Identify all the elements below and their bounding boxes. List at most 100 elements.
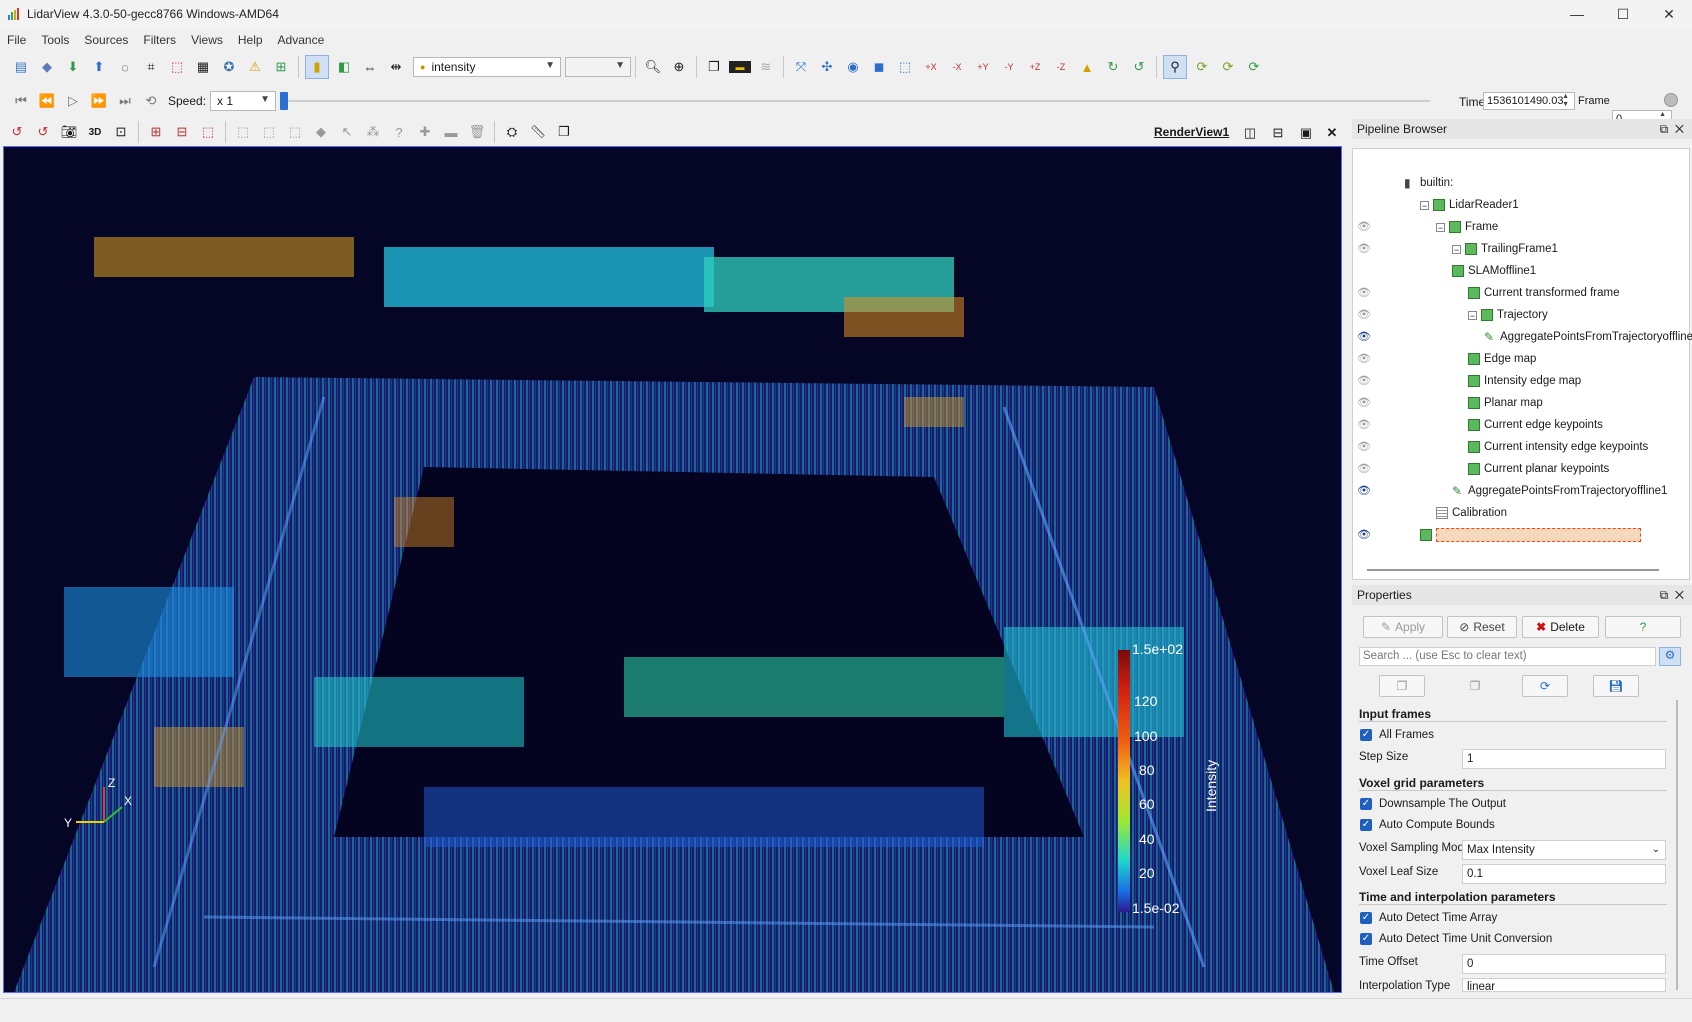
pipeline-item[interactable]: SLAMoffline1 [1452,261,1536,281]
layers-icon[interactable]: ≋ [755,56,777,78]
collapse-icon[interactable]: − [1436,222,1445,232]
box-widget-icon[interactable]: ❐ [703,56,725,78]
help-button[interactable]: ? [1605,616,1681,638]
visibility-off-icon[interactable]: 👁︎ [1357,352,1371,365]
play-icon[interactable]: ▷ [62,90,84,112]
lasso-icon[interactable]: ◌ [114,56,136,78]
zoom-closest-icon[interactable]: ⊕ [668,56,690,78]
downsample-checkbox[interactable]: ✓ Downsample The Output [1360,798,1506,810]
split-horizontal-icon[interactable]: ◫ [1239,122,1261,144]
select-polygon-icon[interactable]: ⬚ [284,121,306,143]
refresh-icon[interactable]: ⟳ [1191,56,1213,78]
select-cells-on-icon[interactable]: ⊞ [145,121,167,143]
restore-defaults-button[interactable]: ⟳ [1522,675,1568,697]
component-select[interactable]: ▼ [565,57,631,77]
reset-session-alt-icon[interactable]: ↺ [32,121,54,143]
advanced-settings-gear-icon[interactable]: ⚙ [1659,647,1681,666]
pipeline-scrollbar[interactable] [1367,569,1659,571]
delete-button[interactable]: ✖ Delete [1522,616,1599,638]
pipeline-item[interactable]: − Trajectory [1468,305,1548,325]
menu-help[interactable]: Help [238,33,263,47]
pipeline-item-selected[interactable]: AggregatePointsFromTrajectoryoffline1 [1420,525,1642,545]
view-plus-x-icon[interactable]: +X [920,56,942,78]
time-slider-handle[interactable] [280,92,289,110]
edit-colormap-icon[interactable]: ◧ [333,56,355,78]
reset-camera-icon[interactable]: ⤧ [790,56,812,78]
first-frame-icon[interactable]: ⏮ [10,90,32,112]
open-sensor-icon[interactable]: ◆ [36,56,58,78]
pipeline-item[interactable]: Edge map [1468,349,1536,369]
ruler-icon[interactable]: ▬ [729,61,751,73]
close-view-icon[interactable]: ✕ [1321,122,1343,144]
warning-window-icon[interactable]: ⚠ [244,56,266,78]
clear-selection-icon[interactable]: 🗑︎ [466,121,488,143]
visibility-off-icon[interactable]: 👁︎ [1357,462,1371,475]
python-icon[interactable]: ✪ [218,56,240,78]
speed-select[interactable]: x 1 ▼ [210,91,277,111]
time-offset-input[interactable]: 0 [1462,954,1666,974]
add-icon[interactable]: ⊞ [270,56,292,78]
render-view-title[interactable]: RenderView1 [1154,125,1229,139]
panel-float-close-icon[interactable]: ⧉ ✕ [1660,588,1684,603]
apply-button[interactable]: ✎ Apply [1363,616,1443,638]
maximize-view-icon[interactable]: ▣ [1295,122,1317,144]
shrink-selection-icon[interactable]: ▬ [440,121,462,143]
collapse-icon[interactable]: − [1420,200,1429,210]
select-points-through-icon[interactable]: ⬚ [258,121,280,143]
select-points-on-icon[interactable]: ⊟ [171,121,193,143]
split-vertical-icon[interactable]: ⊟ [1267,122,1289,144]
select-blocks-icon[interactable]: ◆ [310,121,332,143]
properties-search-input[interactable]: Search ... (use Esc to clear text) [1359,647,1656,666]
select-cells-through-icon[interactable]: ⬚ [232,121,254,143]
hover-points-icon[interactable]: ⁂ [362,121,384,143]
rescale-range-icon[interactable]: ⇔ [359,56,381,78]
close-window-button[interactable]: ✕ [1646,0,1692,28]
visibility-on-icon[interactable]: 👁︎ [1357,528,1371,541]
crop-icon[interactable]: ⌗ [140,56,162,78]
previous-frame-icon[interactable]: ⏪ [36,90,58,112]
view-minus-z-icon[interactable]: -Z [1050,56,1072,78]
pipeline-item[interactable]: ✎ AggregatePointsFromTrajectoryoffline1 [1484,327,1692,347]
save-defaults-button[interactable]: 💾︎ [1593,675,1639,697]
auto-time-unit-checkbox[interactable]: ✓ Auto Detect Time Unit Conversion [1360,933,1552,945]
pipeline-item[interactable]: Current planar keypoints [1468,459,1609,479]
visibility-off-icon[interactable]: 👁︎ [1357,308,1371,321]
view-minus-x-icon[interactable]: -X [946,56,968,78]
pick-center-icon[interactable]: ◼ [868,56,890,78]
view-undo-icon[interactable]: ❐ [553,121,575,143]
all-frames-checkbox[interactable]: ✓ All Frames [1360,729,1434,741]
panel-float-close-icon[interactable]: ⧉ ✕ [1660,122,1684,137]
color-legend-icon[interactable]: ▮ [305,55,329,79]
import-icon[interactable]: ⬇ [62,56,84,78]
visibility-on-icon[interactable]: 👁︎ [1357,484,1371,497]
pipeline-item[interactable]: Current edge keypoints [1468,415,1603,435]
menu-file[interactable]: File [7,33,26,47]
measure-icon[interactable]: ⛭ [501,121,523,143]
ruler-tool-icon[interactable]: 📏︎ [527,121,549,143]
auto-bounds-checkbox[interactable]: ✓ Auto Compute Bounds [1360,819,1495,831]
pipeline-item[interactable]: Calibration [1436,503,1507,523]
view-plus-y-icon[interactable]: +Y [972,56,994,78]
menu-views[interactable]: Views [191,33,223,47]
loop-icon[interactable]: ⟲ [140,90,162,112]
color-array-select[interactable]: ● intensity ▼ [413,57,561,77]
render-view[interactable]: 1.5e+02 1.5e-02 120 100 80 60 40 20 Inte… [3,146,1342,993]
record-icon[interactable] [1664,93,1678,107]
center-rotation-icon[interactable]: ◉ [842,56,864,78]
screenshot-icon[interactable]: 📷︎ [58,121,80,143]
rotate-plus-90-icon[interactable]: ↻ [1102,56,1124,78]
select-frustum-icon[interactable]: ⬚ [197,121,219,143]
step-size-input[interactable]: 1 [1462,749,1666,769]
pipeline-item[interactable]: Intensity edge map [1468,371,1581,391]
interaction-mode-icon[interactable]: ⚲ [1163,55,1187,79]
visibility-off-icon[interactable]: 👁︎ [1357,242,1371,255]
last-frame-icon[interactable]: ⏭ [114,90,136,112]
view-plus-z-icon[interactable]: +Z [1024,56,1046,78]
select-icon[interactable]: ⬚ [166,56,188,78]
open-file-icon[interactable]: ▤ [10,56,32,78]
paste-params-button[interactable]: ❐ [1452,675,1498,697]
collapse-icon[interactable]: − [1452,244,1461,254]
zoom-data-icon[interactable]: 🔍︎ [642,56,664,78]
refresh-all-icon[interactable]: ⟳ [1217,56,1239,78]
pipeline-item[interactable]: − TrailingFrame1 [1452,239,1558,259]
